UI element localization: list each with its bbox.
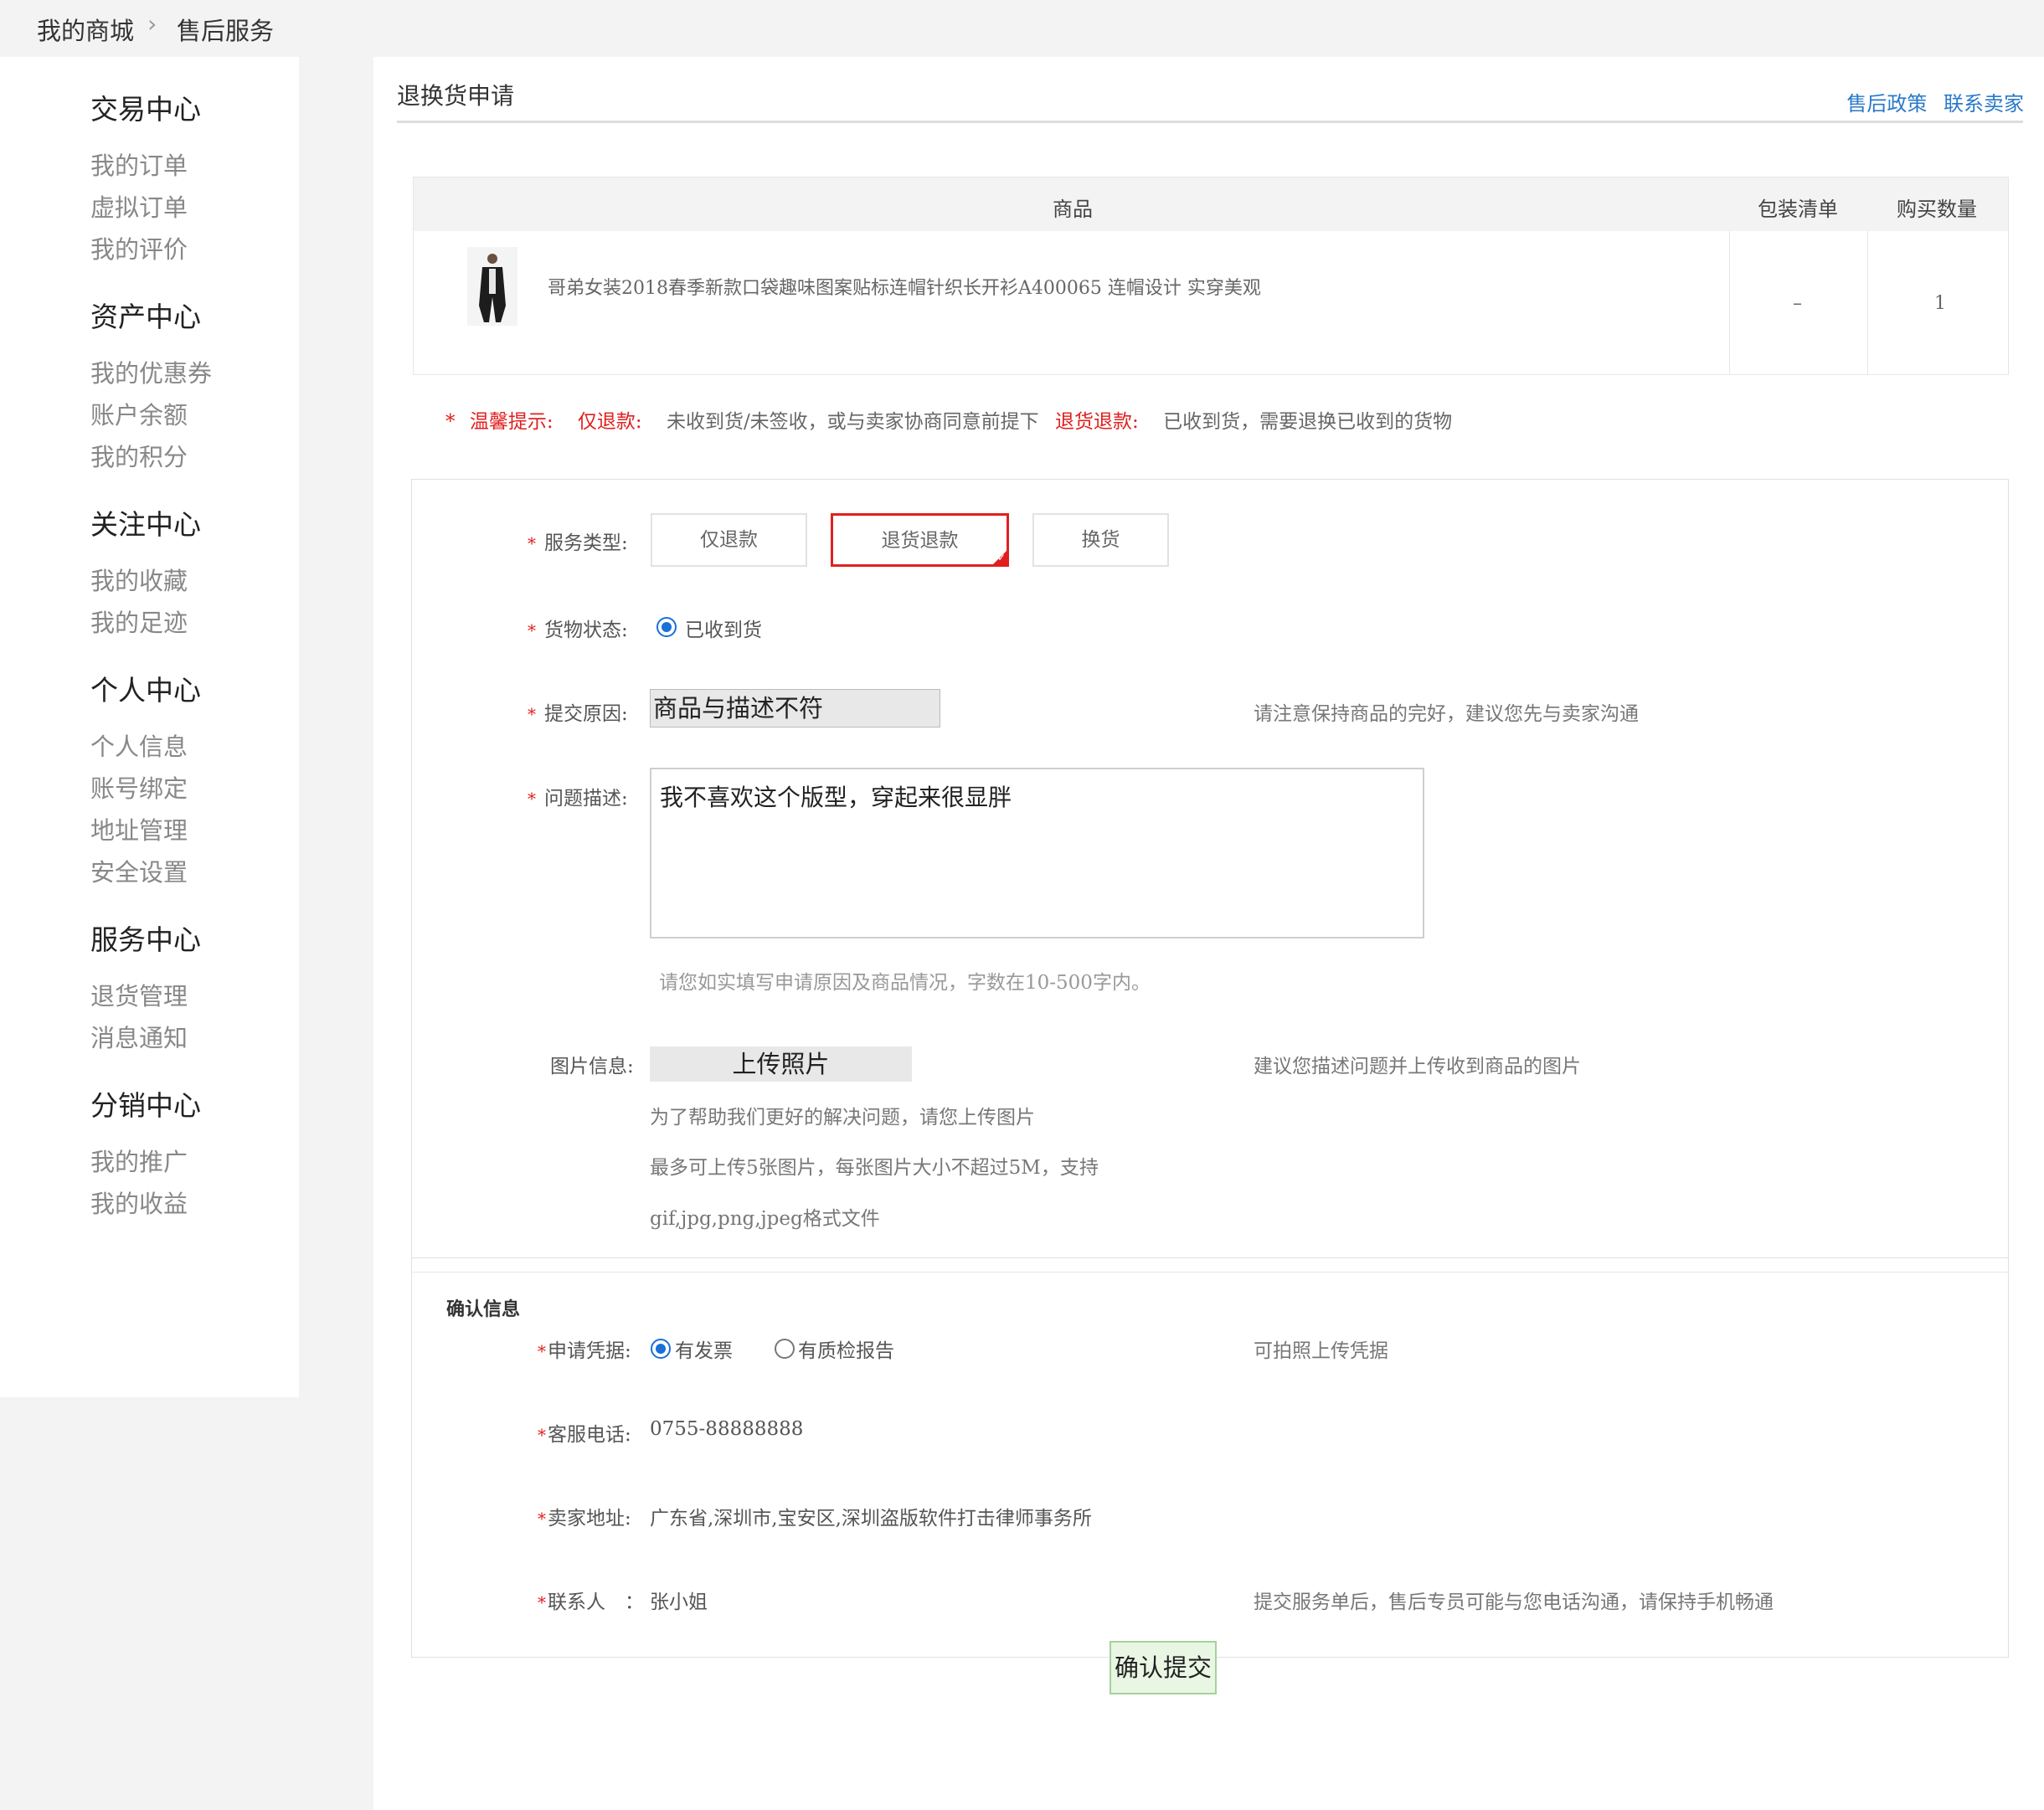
upload-photo-button[interactable]: 上传照片 — [650, 1046, 912, 1082]
sidebar-item-points[interactable]: 我的积分 — [90, 438, 188, 473]
sidebar-item-earnings[interactable]: 我的收益 — [90, 1185, 188, 1220]
column-divider — [1729, 231, 1730, 375]
section-divider — [411, 1272, 2009, 1273]
phone-label: *客服电话: — [538, 1424, 631, 1446]
proof-invoice-radio[interactable] — [651, 1339, 671, 1359]
tip-return-refund-desc: 已收到货，需要退换已收到的货物 — [1163, 411, 1453, 433]
sidebar-item-footprints[interactable]: 我的足迹 — [90, 604, 188, 639]
description-label: * 问题描述: — [528, 788, 628, 810]
phone-value: 0755-88888888 — [650, 1418, 804, 1440]
quantity-value: 1 — [1934, 293, 1946, 314]
breadcrumb-current: 售后服务 — [177, 17, 275, 45]
confirm-section-title: 确认信息 — [446, 1298, 521, 1320]
column-header-package: 包装清单 — [1758, 198, 1838, 221]
sidebar-item-returns[interactable]: 退货管理 — [90, 977, 188, 1012]
image-note: 建议您描述问题并上传收到商品的图片 — [1254, 1056, 1581, 1077]
sidebar-item-favorites[interactable]: 我的收藏 — [90, 562, 188, 597]
description-hint: 请您如实填写申请原因及商品情况，字数在10-500字内。 — [659, 972, 1151, 994]
image-label: 图片信息: — [550, 1056, 634, 1077]
goods-status-radio[interactable] — [656, 617, 677, 637]
address-value: 广东省,深圳市,宝安区,深圳盗版软件打击律师事务所 — [650, 1508, 1092, 1530]
reason-label: * 提交原因: — [528, 703, 628, 725]
sidebar-item-profile[interactable]: 个人信息 — [90, 728, 188, 763]
column-divider — [1867, 231, 1868, 375]
sidebar-group-title: 交易中心 — [90, 93, 201, 126]
column-header-goods: 商品 — [1053, 198, 1093, 221]
tip-return-refund: 退货退款: — [1055, 411, 1139, 433]
contact-seller-link[interactable]: 联系卖家 — [1944, 92, 2024, 116]
breadcrumb: 我的商城 › 售后服务 — [0, 0, 2044, 57]
proof-note: 可拍照上传凭据 — [1254, 1340, 1388, 1362]
after-sale-policy-link[interactable]: 售后政策 — [1846, 92, 1927, 116]
product-thumbnail[interactable] — [467, 247, 517, 326]
goods-status-value: 已收到货 — [685, 620, 762, 641]
address-label: *卖家地址: — [538, 1508, 631, 1530]
sidebar-item-reviews[interactable]: 我的评价 — [90, 230, 188, 265]
sidebar-group-title: 资产中心 — [90, 301, 201, 333]
sidebar-item-balance[interactable]: 账户余额 — [90, 396, 188, 431]
service-type-exchange[interactable]: 换货 — [1032, 513, 1169, 567]
breadcrumb-home[interactable]: 我的商城 — [37, 12, 134, 47]
checkmark-icon: ✓ — [996, 552, 1006, 563]
column-header-quantity: 购买数量 — [1897, 198, 1977, 221]
goods-table: 商品 包装清单 购买数量 哥弟女装2018春季新款口袋趣味图案贴标连帽针织长开衫… — [413, 177, 2009, 375]
tip-line: * 温馨提示: 仅退款: 未收到货/未签收，或与卖家协商同意前提下 退货退款: … — [445, 405, 1452, 434]
proof-quality-report-radio[interactable] — [775, 1339, 795, 1359]
product-name[interactable]: 哥弟女装2018春季新款口袋趣味图案贴标连帽针织长开衫A400065 连帽设计 … — [548, 273, 1261, 300]
tip-label: 温馨提示: — [469, 411, 553, 433]
contact-label: *联系人 ： — [538, 1591, 644, 1613]
tip-refund-only: 仅退款: — [577, 411, 642, 433]
package-value: – — [1793, 293, 1802, 314]
contact-value: 张小姐 — [650, 1591, 708, 1613]
service-type-refund-only[interactable]: 仅退款 — [651, 513, 807, 567]
sidebar-item-virtual-orders[interactable]: 虚拟订单 — [90, 188, 188, 224]
required-star: * — [445, 411, 456, 433]
sidebar-item-promotion[interactable]: 我的推广 — [90, 1143, 188, 1178]
title-links: 售后政策 联系卖家 — [1836, 87, 2024, 116]
chevron-right-icon: › — [145, 10, 159, 38]
image-help-line: 为了帮助我们更好的解决问题，请您上传图片 — [650, 1107, 1035, 1129]
title-divider — [397, 121, 2023, 123]
section-divider — [411, 1257, 2009, 1258]
image-help-line: 最多可上传5张图片，每张图片大小不超过5M，支持 — [650, 1157, 1099, 1179]
submit-button[interactable]: 确认提交 — [1110, 1641, 1217, 1694]
image-help-line: gif,jpg,png,jpeg格式文件 — [650, 1208, 880, 1230]
proof-option-invoice: 有发票 — [675, 1340, 733, 1362]
reason-note: 请注意保持商品的完好，建议您先与卖家沟通 — [1254, 703, 1639, 725]
sidebar-item-account-binding[interactable]: 账号绑定 — [90, 769, 188, 805]
description-textarea[interactable]: 我不喜欢这个版型，穿起来很显胖 — [650, 768, 1424, 938]
reason-select[interactable]: 商品与描述不符 — [650, 689, 940, 728]
sidebar-item-messages[interactable]: 消息通知 — [90, 1019, 188, 1054]
table-header: 商品 包装清单 购买数量 — [414, 177, 2008, 231]
sidebar-item-orders[interactable]: 我的订单 — [90, 147, 188, 182]
proof-label: *申请凭据: — [538, 1340, 631, 1362]
service-type-return-refund[interactable]: 退货退款 ✓ — [831, 513, 1009, 567]
sidebar-group-title: 服务中心 — [90, 923, 201, 956]
sidebar-item-coupons[interactable]: 我的优惠券 — [90, 354, 212, 389]
proof-option-quality-report: 有质检报告 — [798, 1340, 894, 1362]
sidebar-group-title: 分销中心 — [90, 1089, 201, 1122]
tip-refund-only-desc: 未收到货/未签收，或与卖家协商同意前提下 — [666, 411, 1039, 433]
sidebar-group-title: 个人中心 — [90, 674, 201, 707]
sidebar-item-security[interactable]: 安全设置 — [90, 853, 188, 888]
sidebar-group-title: 关注中心 — [90, 508, 201, 541]
page-title: 退换货申请 — [397, 82, 515, 110]
goods-status-label: * 货物状态: — [528, 620, 628, 641]
service-type-label: * 服务类型: — [528, 532, 628, 554]
sidebar-item-addresses[interactable]: 地址管理 — [90, 811, 188, 846]
contact-note: 提交服务单后，售后专员可能与您电话沟通，请保持手机畅通 — [1254, 1591, 1774, 1613]
